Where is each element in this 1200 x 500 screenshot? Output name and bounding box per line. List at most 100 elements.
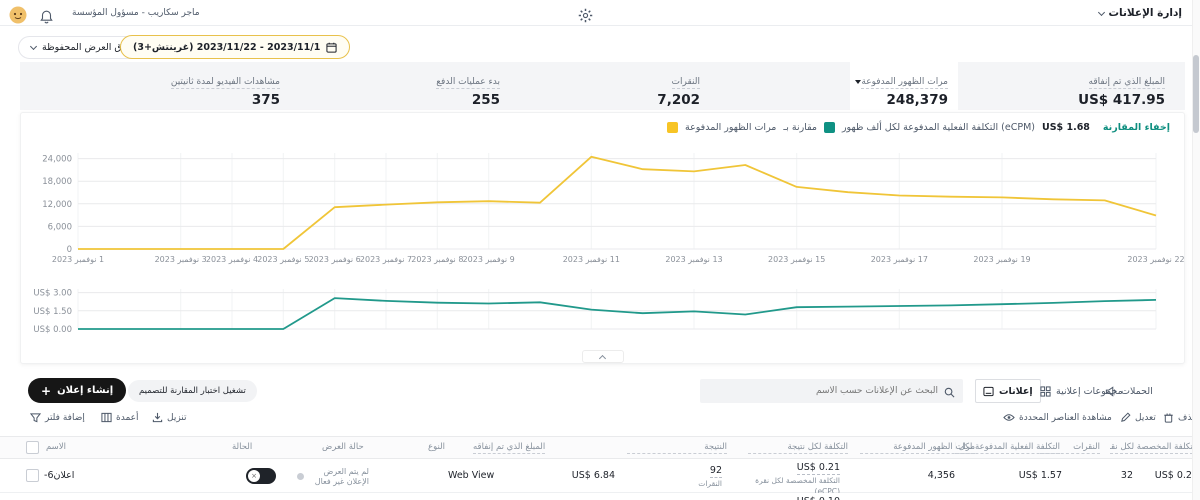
delivery-status-dot bbox=[297, 473, 304, 480]
metric-paid-impressions-selected[interactable]: مرات الظهور المدفوعة 248,379 bbox=[850, 62, 958, 110]
date-range-label: 2023/11/1 - 2023/11/22 (غرينتش+3) bbox=[133, 42, 320, 53]
download-button[interactable]: تنزيل bbox=[152, 412, 187, 423]
x-axis-tick-label: 13 نوفمبر 2023 bbox=[649, 255, 739, 264]
chevron-down-icon bbox=[1097, 8, 1104, 15]
col-clicks[interactable]: النقرات bbox=[1040, 442, 1100, 454]
amount-spent-value: US$ 6.84 bbox=[540, 470, 615, 481]
svg-text:US$ 0.00: US$ 0.00 bbox=[33, 325, 72, 335]
svg-text:18,000: 18,000 bbox=[42, 177, 72, 187]
pencil-icon bbox=[1120, 412, 1131, 423]
hide-comparison-link[interactable]: إخفاء المقارنة bbox=[1103, 122, 1170, 133]
table-row[interactable]: اعلان3- × لم يتم العرض الإعلان غير فعال … bbox=[0, 493, 1200, 500]
search-box bbox=[700, 379, 963, 403]
ecpm-swatch-icon bbox=[824, 122, 835, 133]
create-ad-button[interactable]: إنشاء إعلان + bbox=[28, 378, 126, 403]
x-axis-tick-label: 15 نوفمبر 2023 bbox=[752, 255, 842, 264]
metrics-strip: المبلغ الذي تم إنفاقه US$ 417.95 مرات ال… bbox=[20, 62, 1185, 110]
edit-button[interactable]: تعديل bbox=[1120, 412, 1156, 423]
legend-series2-label: التكلفة الفعلية المدفوعة لكل ألف ظهور (e… bbox=[842, 122, 1035, 133]
vertical-scrollbar[interactable] bbox=[1192, 0, 1200, 500]
col-result[interactable]: النتيجة bbox=[627, 442, 727, 454]
grid-icon bbox=[1040, 386, 1051, 397]
account-label[interactable]: ماجر سكاريب - مسؤول المؤسسة bbox=[72, 8, 200, 18]
ad-icon bbox=[983, 386, 994, 397]
col-delivery-status[interactable]: حالة العرض bbox=[322, 442, 364, 452]
search-input[interactable] bbox=[708, 386, 938, 396]
cost-per-result-cell[interactable]: US$ 0.21 التكلفة المخصصة لكل نقرة (eCPC) bbox=[745, 462, 840, 497]
ecpm-line-chart: US$ 0.00 US$ 1.50 US$ 3.00 bbox=[36, 279, 1166, 337]
result-cell[interactable]: 92 النقرات bbox=[647, 465, 722, 489]
ads-manager-menu[interactable]: إدارة الإعلانات bbox=[1099, 7, 1183, 19]
chart-card: مرات الظهور المدفوعة مقارنة بـ التكلفة ا… bbox=[20, 112, 1185, 364]
plus-icon: + bbox=[41, 384, 51, 398]
trash-icon bbox=[1163, 412, 1174, 423]
col-ecpc[interactable]: التكلفة المخصصة لكل نقرة (eCPC) bbox=[1110, 442, 1198, 454]
chart-legend: مرات الظهور المدفوعة مقارنة بـ التكلفة ا… bbox=[667, 122, 1170, 133]
metric-checkouts[interactable]: بدء عمليات الدفع 255 bbox=[400, 62, 500, 110]
delivery-status: لم يتم العرض الإعلان غير فعال bbox=[307, 467, 369, 486]
metric-value: 255 bbox=[400, 92, 500, 108]
metric-value: 7,202 bbox=[600, 92, 700, 108]
x-axis-tick-label: 22 نوفمبر 2023 bbox=[1111, 255, 1200, 264]
legend-versus-label: مقارنة بـ bbox=[783, 122, 817, 133]
ecpc-value: US$ 0.21 bbox=[1140, 470, 1198, 481]
svg-text:US$ 1.50: US$ 1.50 bbox=[33, 307, 72, 317]
col-cost-per-result[interactable]: التكلفة لكل نتيجة bbox=[748, 442, 848, 454]
table-header: الاسم الحالة حالة العرض النوع المبلغ الذ… bbox=[0, 436, 1200, 459]
x-axis-labels: 1 نوفمبر 20233 نوفمبر 20234 نوفمبر 20235… bbox=[36, 255, 1166, 269]
ecpm-value: US$ 1.57 bbox=[990, 470, 1062, 481]
paid-impressions-value: 4,356 bbox=[880, 470, 955, 481]
columns-button[interactable]: أعمدة bbox=[101, 412, 139, 423]
collapse-chart-button[interactable] bbox=[582, 350, 624, 363]
metric-amount-spent[interactable]: المبلغ الذي تم إنفاقه US$ 417.95 bbox=[980, 62, 1165, 110]
metric-value: US$ 417.95 bbox=[980, 92, 1165, 108]
x-axis-tick-label: 11 نوفمبر 2023 bbox=[546, 255, 636, 264]
avatar[interactable] bbox=[9, 4, 27, 24]
date-range-picker[interactable]: 2023/11/1 - 2023/11/22 (غرينتش+3) bbox=[120, 35, 350, 59]
search-icon[interactable] bbox=[944, 382, 955, 401]
scrollbar-thumb[interactable] bbox=[1193, 55, 1199, 133]
select-all-checkbox[interactable] bbox=[26, 441, 39, 454]
metric-value: 375 bbox=[160, 92, 280, 108]
view-selected-button[interactable]: مشاهدة العناصر المحددة bbox=[1003, 412, 1112, 423]
ad-status-toggle[interactable]: × bbox=[246, 468, 276, 484]
legend-ecpm-value: US$ 1.68 bbox=[1042, 122, 1090, 133]
table-row[interactable]: اعلان6- × لم يتم العرض الإعلان غير فعال … bbox=[0, 459, 1200, 493]
filter-icon bbox=[30, 412, 41, 423]
split-test-button[interactable]: تشغيل اختبار المقارنة للتصميم bbox=[128, 380, 257, 402]
x-axis-tick-label: 19 نوفمبر 2023 bbox=[957, 255, 1047, 264]
chevron-down-icon bbox=[30, 43, 37, 50]
bell-icon[interactable] bbox=[40, 6, 53, 25]
settings-gear-icon[interactable] bbox=[578, 5, 593, 24]
megaphone-icon bbox=[1105, 386, 1116, 397]
add-filter-button[interactable]: إضافة فلتر bbox=[30, 412, 85, 423]
download-icon bbox=[152, 412, 163, 423]
impressions-line-chart: 06,00012,00018,00024,000 bbox=[36, 145, 1166, 257]
cost-per-result-cell[interactable]: US$ 0.10 التكلفة المخصصة لكل نقرة (eCPC) bbox=[745, 496, 840, 500]
chevron-up-icon bbox=[599, 354, 606, 361]
ads-manager-menu-label: إدارة الإعلانات bbox=[1109, 7, 1183, 19]
clicks-value: 32 bbox=[1073, 470, 1133, 481]
impressions-swatch-icon bbox=[667, 122, 678, 133]
col-amount-spent[interactable]: المبلغ الذي تم إنفاقه bbox=[473, 442, 545, 454]
ad-name[interactable]: اعلان6- bbox=[44, 470, 74, 481]
svg-text:12,000: 12,000 bbox=[42, 200, 72, 210]
svg-text:0: 0 bbox=[67, 245, 72, 255]
svg-text:US$ 3.00: US$ 3.00 bbox=[33, 289, 72, 299]
col-type[interactable]: النوع bbox=[428, 442, 445, 452]
metric-video-views-2s[interactable]: مشاهدات الفيديو لمدة ثانيتين 375 bbox=[160, 62, 280, 110]
metric-clicks[interactable]: النقرات 7,202 bbox=[600, 62, 700, 110]
tab-ads[interactable]: إعلانات bbox=[975, 379, 1041, 403]
x-axis-tick-label: 17 نوفمبر 2023 bbox=[854, 255, 944, 264]
legend-series1-label: مرات الظهور المدفوعة bbox=[685, 122, 776, 133]
tab-campaigns[interactable]: الحملات bbox=[1098, 379, 1160, 403]
svg-text:6,000: 6,000 bbox=[48, 222, 72, 232]
top-navbar: ماجر سكاريب - مسؤول المؤسسة إدارة الإعلا… bbox=[0, 0, 1200, 26]
col-status[interactable]: الحالة bbox=[232, 442, 252, 452]
eye-icon bbox=[1003, 412, 1015, 423]
row-checkbox[interactable] bbox=[26, 469, 39, 482]
ad-type: Web View bbox=[448, 470, 494, 481]
columns-icon bbox=[101, 412, 112, 423]
metric-value: 248,379 bbox=[860, 92, 948, 108]
col-name[interactable]: الاسم bbox=[46, 442, 66, 452]
